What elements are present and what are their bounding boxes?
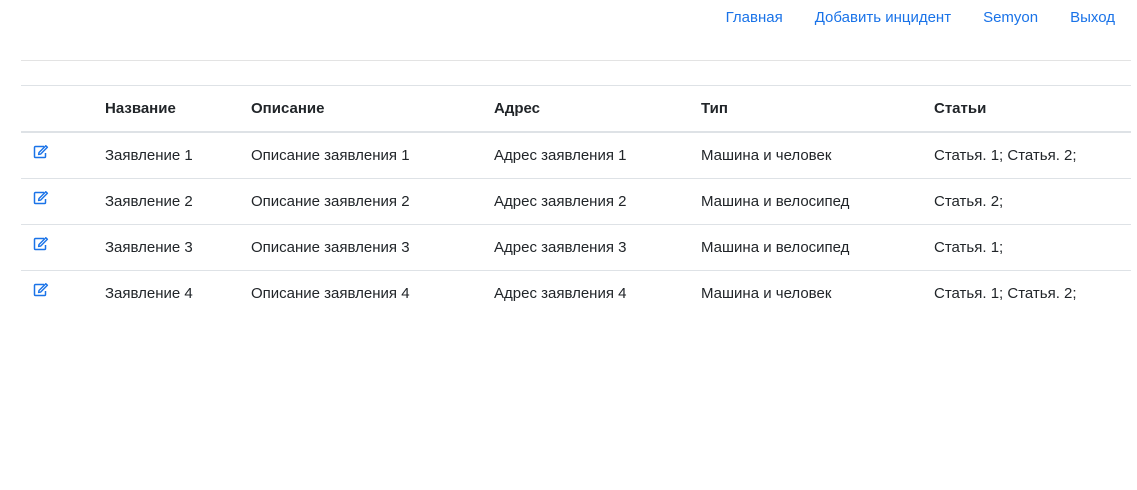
edit-cell [21,224,105,271]
edit-icon[interactable] [33,237,49,251]
cell-name: Заявление 4 [105,285,193,302]
header-name: Название [105,85,251,133]
table-row: Заявление 3 Описание заявления 3 Адрес з… [21,224,1131,271]
incidents-table: Название Описание Адрес Тип Статьи Заявл… [21,85,1131,316]
nav-user-link[interactable]: Semyon [983,9,1038,26]
edit-cell [21,178,105,225]
incidents-page: Главная Добавить инцидент Semyon Выход Н… [0,0,1137,490]
cell-type: Машина и человек [701,285,832,302]
edit-icon[interactable] [33,283,49,297]
cell-articles: Статья. 1; Статья. 2; [934,132,1131,179]
edit-cell [21,271,105,317]
cell-type: Машина и человек [701,132,934,179]
table-header-row: Название Описание Адрес Тип Статьи [21,85,1131,133]
cell-type: Машина и велосипед [701,178,934,225]
cell-name: Заявление 1 [105,132,251,179]
cell-address: Адрес заявления 3 [494,224,701,271]
edit-icon[interactable] [33,191,49,205]
header-type: Тип [701,85,934,133]
nav-add-incident-link[interactable]: Добавить инцидент [815,9,951,26]
cell-address: Адрес заявления 1 [494,132,701,179]
header-articles: Статьи [934,85,1131,133]
cell-articles: Статья. 1; [934,224,1131,271]
table-row: Заявление 2 Описание заявления 2 Адрес з… [21,178,1131,225]
edit-icon[interactable] [33,145,49,159]
cell-address: Адрес заявления 4 [494,285,627,302]
edit-cell [21,132,105,179]
table-body: Заявление 1 Описание заявления 1 Адрес з… [21,132,1131,316]
cell-description: Описание заявления 3 [251,224,494,271]
cell-address: Адрес заявления 2 [494,178,701,225]
table-row: Заявление 1 Описание заявления 1 Адрес з… [21,132,1131,179]
cell-articles: Статья. 2; [934,178,1131,225]
header-address: Адрес [494,85,701,133]
header-divider [21,60,1131,61]
cell-articles: Статья. 1; Статья. 2; [934,285,1077,302]
cell-type: Машина и велосипед [701,224,934,271]
header-edit [21,85,105,133]
table-row: Заявление 4 Описание заявления 4 Адрес з… [21,271,1131,317]
header-description: Описание [251,85,494,133]
top-nav: Главная Добавить инцидент Semyon Выход [694,0,1115,34]
cell-description: Описание заявления 1 [251,132,494,179]
table-header: Название Описание Адрес Тип Статьи [21,85,1131,133]
nav-home-link[interactable]: Главная [726,9,783,26]
cell-name: Заявление 2 [105,178,251,225]
nav-logout-link[interactable]: Выход [1070,9,1115,26]
cell-name: Заявление 3 [105,224,251,271]
cell-description: Описание заявления 2 [251,178,494,225]
cell-description: Описание заявления 4 [251,285,410,302]
